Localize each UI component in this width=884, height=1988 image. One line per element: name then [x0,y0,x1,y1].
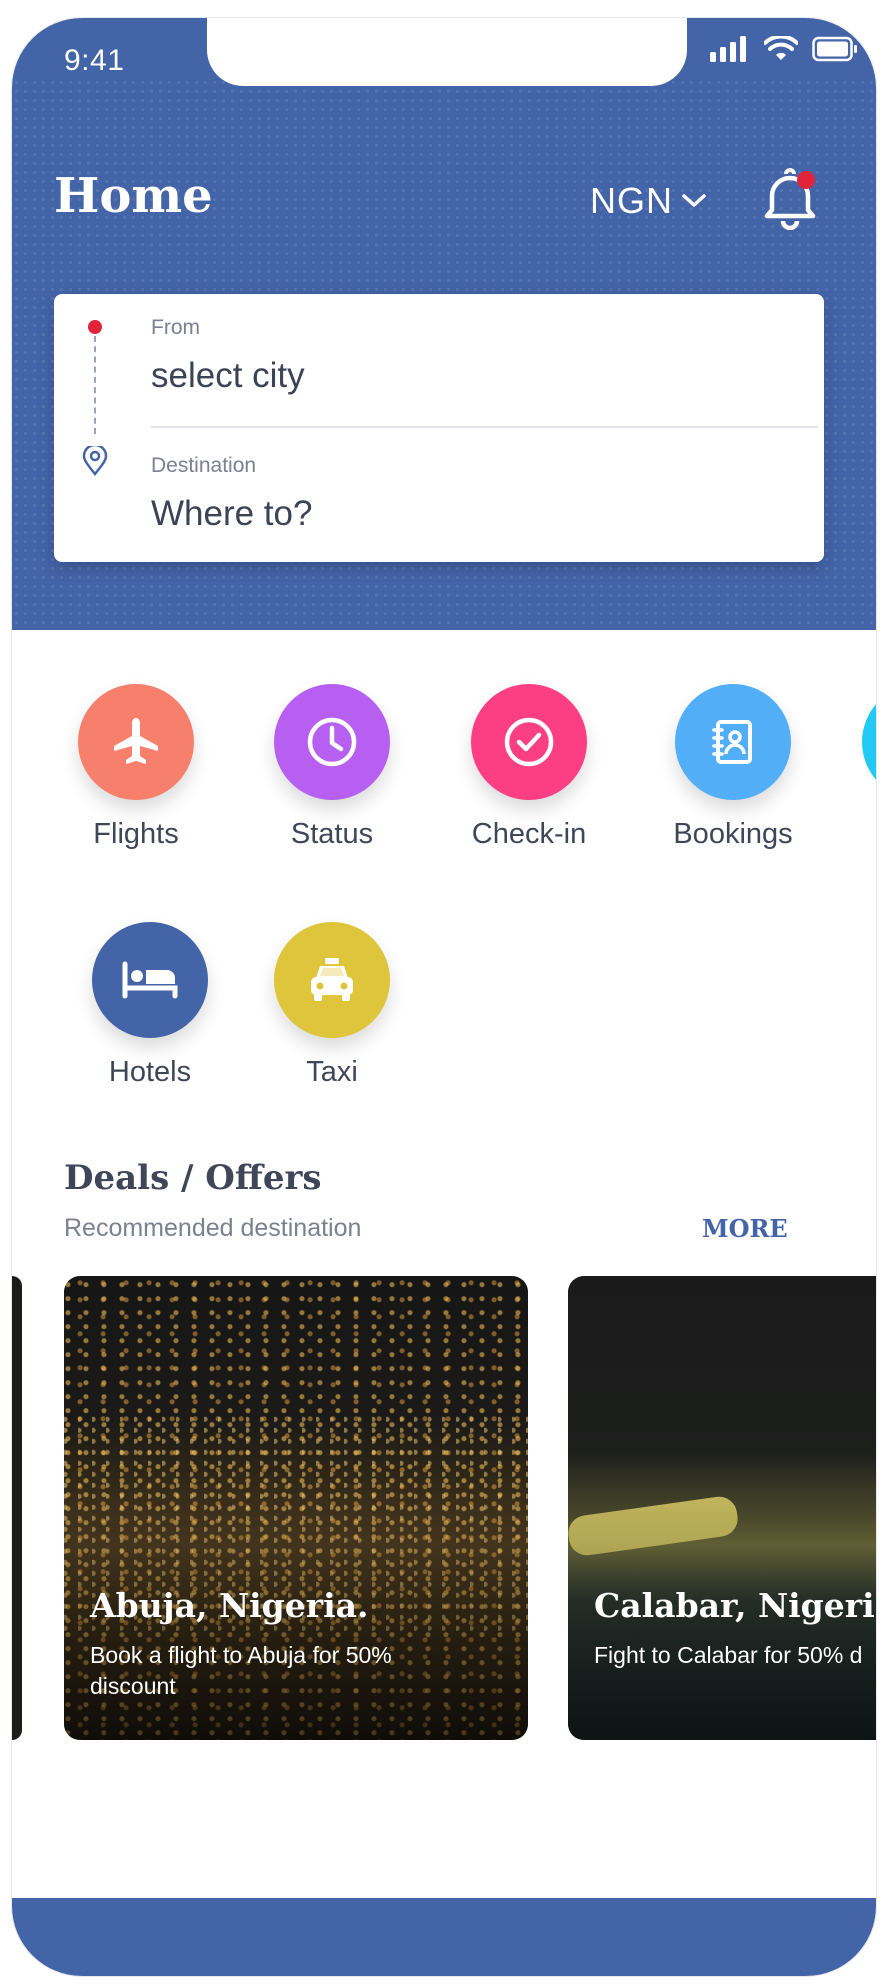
deals-title: Deals / Offers [64,1158,322,1198]
service-label: Check-in [471,818,587,850]
airplane-icon [114,718,158,764]
deal-card-abuja[interactable]: Abuja, Nigeria. Book a flight to Abuja f… [64,1276,528,1740]
wifi-icon [764,36,798,60]
bottom-bar [12,1898,876,1976]
flights-icon-circle [78,684,194,800]
deal-card-calabar[interactable]: Calabar, Nigeria. Fight to Calabar for 5… [568,1276,876,1740]
currency-selector[interactable]: NGN [590,180,707,222]
from-label: From [151,316,200,339]
page-title: Home [54,168,213,224]
location-pin-icon [82,446,108,476]
check-in-icon-circle [471,684,587,800]
service-label: Bookings [673,818,793,850]
status-time: 9:41 [64,44,125,77]
deal-title: Abuja, Nigeria. [90,1586,369,1625]
route-line [94,336,96,434]
service-status[interactable]: Status [252,684,412,851]
next-service-peek[interactable] [862,684,876,800]
device-notch [207,18,687,86]
origin-dot-icon [88,320,102,334]
service-bookings[interactable]: Bookings [653,684,813,851]
taxi-icon-circle [274,922,390,1038]
service-label: Status [290,818,374,850]
check-circle-icon [504,717,554,767]
service-label: Hotels [108,1056,192,1088]
service-taxi[interactable]: Taxi [252,922,412,1089]
bed-icon [122,961,178,999]
deals-subtitle: Recommended destination [64,1214,362,1242]
search-card: From select city Destination Where to? [54,294,824,562]
service-check-in[interactable]: Check-in [449,684,609,851]
signal-icon [710,36,746,62]
service-label: Taxi [306,1056,358,1088]
contact-book-icon [712,720,752,764]
deal-title: Calabar, Nigeria. [594,1586,876,1625]
chevron-down-icon [682,194,706,207]
service-hotels[interactable]: Hotels [70,922,230,1089]
battery-icon [812,36,857,62]
status-icon-circle [274,684,390,800]
divider [151,426,818,428]
more-link[interactable]: MORE [702,1214,788,1243]
destination-field[interactable]: Where to? [151,494,312,534]
deal-description: Fight to Calabar for 50% d [594,1642,863,1668]
bookings-icon-circle [675,684,791,800]
from-field[interactable]: select city [151,356,305,396]
status-icons [710,36,858,62]
clock-icon [307,717,357,767]
deal-description: Book a flight to Abuja for 50% discount [90,1642,392,1699]
service-label: Flights [93,818,179,850]
currency-label: NGN [590,180,673,221]
bell-icon [764,168,816,231]
notification-button[interactable] [760,166,820,231]
taxi-icon [311,958,353,1001]
hotels-icon-circle [92,922,208,1038]
destination-label: Destination [151,454,257,477]
service-flights[interactable]: Flights [56,684,216,851]
header: 9:41 Home NGN From select city Destinati… [12,18,876,630]
phone-screen: 9:41 Home NGN From select city Destinati… [12,18,876,1976]
previous-deal-peek[interactable] [12,1276,22,1740]
